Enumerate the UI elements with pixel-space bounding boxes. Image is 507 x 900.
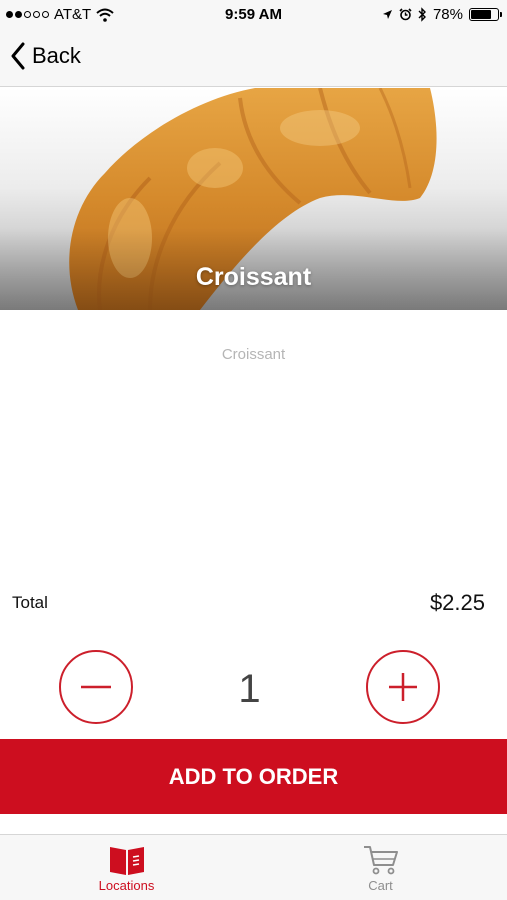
status-bar: AT&T 9:59 AM 78% [0, 0, 507, 30]
location-arrow-icon [382, 10, 392, 19]
battery-percent: 78% [432, 6, 463, 23]
navigation-bar: Back [0, 30, 507, 87]
quantity-number: 1 [238, 667, 261, 711]
plus-icon [389, 673, 417, 701]
product-description: Croissant [221, 346, 286, 363]
add-to-order-button[interactable]: ADD TO ORDER [0, 739, 507, 814]
total-price: $2.25 [429, 590, 485, 615]
back-button[interactable]: Back [10, 42, 81, 70]
status-right: 78% [382, 6, 502, 23]
tab-locations[interactable]: Locations [0, 835, 253, 900]
tab-cart[interactable]: Cart [254, 835, 507, 900]
cart-icon [363, 846, 398, 875]
increase-quantity-button[interactable] [366, 650, 440, 724]
battery-level [471, 10, 492, 19]
product-title: Croissant [195, 263, 312, 291]
tab-locations-label: Locations [98, 878, 155, 893]
chevron-left-icon [11, 42, 25, 70]
book-icon [109, 847, 144, 875]
bluetooth-icon [418, 7, 426, 22]
tab-cart-label: Cart [368, 878, 393, 893]
alarm-icon [399, 8, 412, 21]
battery-icon [469, 8, 502, 21]
back-label: Back [32, 43, 81, 68]
tab-bar: Locations Cart [0, 834, 507, 900]
total-label: Total [12, 593, 48, 612]
